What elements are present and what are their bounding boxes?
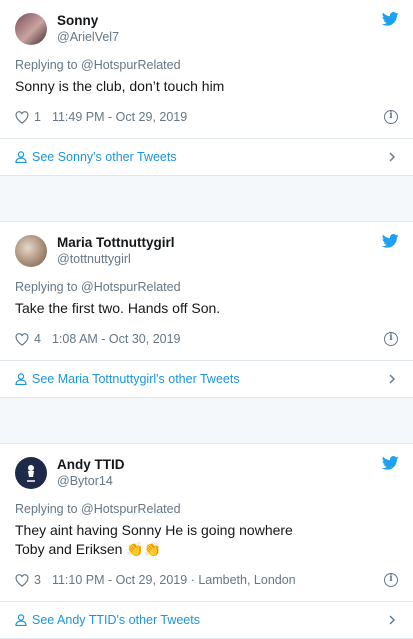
tweet-text-line: Sonny is the club, don’t touch him: [15, 78, 225, 94]
info-icon[interactable]: i: [384, 573, 398, 587]
see-other-tweets-link[interactable]: See Andy TTID's other Tweets: [0, 602, 413, 638]
like-count: 3: [34, 573, 41, 587]
spurs-logo-icon: [27, 465, 35, 482]
see-other-tweets-link[interactable]: See Maria Tottnuttygirl's other Tweets: [0, 361, 413, 397]
display-name[interactable]: Sonny: [57, 13, 119, 29]
handle[interactable]: @tottnuttygirl: [57, 251, 175, 267]
twitter-bird-icon[interactable]: [382, 12, 399, 26]
see-other-tweets-label[interactable]: See Andy TTID's other Tweets: [32, 613, 200, 627]
display-name[interactable]: Maria Tottnuttygirl: [57, 235, 175, 251]
replying-to[interactable]: Replying to @HotspurRelated: [15, 502, 398, 516]
timestamp[interactable]: 11:10 PM - Oct 29, 2019 · Lambeth, Londo…: [52, 573, 296, 587]
separator: [0, 176, 413, 221]
tweet-text-line: Take the first two. Hands off Son.: [15, 300, 221, 316]
avatar[interactable]: [15, 457, 47, 489]
twitter-bird-icon[interactable]: [382, 234, 399, 248]
display-name[interactable]: Andy TTID: [57, 457, 125, 473]
tweet-text-line: Toby and Eriksen 👏👏: [15, 541, 162, 557]
person-icon: [15, 373, 27, 385]
chevron-right-icon[interactable]: [389, 152, 396, 162]
person-icon: [15, 151, 27, 163]
heart-icon[interactable]: [15, 332, 29, 346]
avatar[interactable]: [15, 235, 47, 267]
tweet-text: They aint having Sonny He is going nowhe…: [15, 521, 398, 559]
tweet-card: Sonny @ArielVel7 Replying to @HotspurRel…: [0, 0, 413, 176]
timestamp[interactable]: 1:08 AM - Oct 30, 2019: [52, 332, 181, 346]
handle[interactable]: @Bytor14: [57, 473, 125, 489]
heart-icon[interactable]: [15, 110, 29, 124]
see-other-tweets-label[interactable]: See Maria Tottnuttygirl's other Tweets: [32, 372, 240, 386]
like-count: 4: [34, 332, 41, 346]
tweet-text-line: They aint having Sonny He is going nowhe…: [15, 522, 293, 538]
see-other-tweets-link[interactable]: See Sonny's other Tweets: [0, 139, 413, 175]
heart-icon[interactable]: [15, 573, 29, 587]
twitter-bird-icon[interactable]: [382, 456, 399, 470]
person-icon: [15, 614, 27, 626]
see-other-tweets-label[interactable]: See Sonny's other Tweets: [32, 150, 177, 164]
avatar[interactable]: [15, 13, 47, 45]
chevron-right-icon[interactable]: [389, 374, 396, 384]
tweet-text: Take the first two. Hands off Son.: [15, 299, 398, 318]
separator: [0, 398, 413, 443]
chevron-right-icon[interactable]: [389, 615, 396, 625]
handle[interactable]: @ArielVel7: [57, 29, 119, 45]
info-icon[interactable]: i: [384, 110, 398, 124]
info-icon[interactable]: i: [384, 332, 398, 346]
replying-to[interactable]: Replying to @HotspurRelated: [15, 58, 398, 72]
timestamp[interactable]: 11:49 PM - Oct 29, 2019: [52, 110, 187, 124]
like-count: 1: [34, 110, 41, 124]
replying-to[interactable]: Replying to @HotspurRelated: [15, 280, 398, 294]
tweet-text: Sonny is the club, don’t touch him: [15, 77, 398, 96]
tweet-card: Maria Tottnuttygirl @tottnuttygirl Reply…: [0, 221, 413, 398]
tweet-card: Andy TTID @Bytor14 Replying to @HotspurR…: [0, 443, 413, 639]
